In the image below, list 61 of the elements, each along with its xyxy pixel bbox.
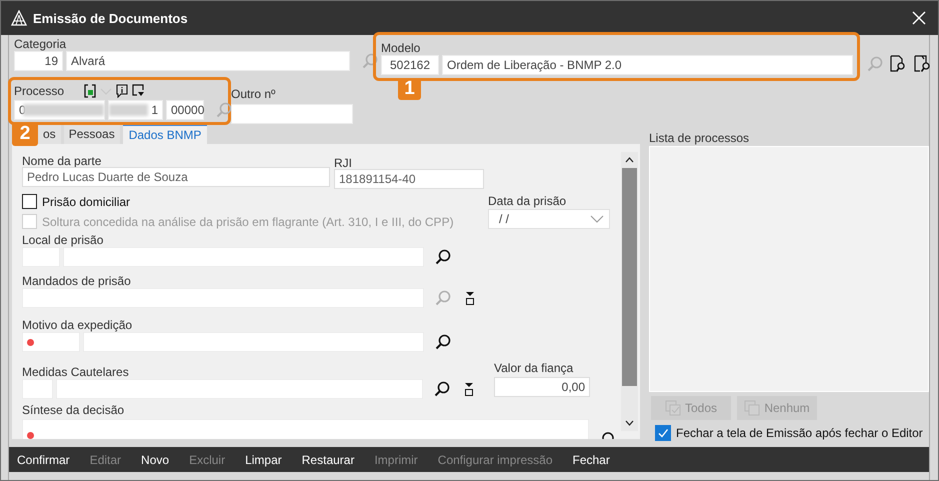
callout-badge: 1 xyxy=(398,78,421,100)
checkbox-label: Prisão domiciliar xyxy=(42,194,130,208)
triangle-box-icon[interactable] xyxy=(465,291,475,305)
search-icon[interactable] xyxy=(435,334,451,350)
chevron-down-icon xyxy=(590,215,604,223)
field-label: Outro nº xyxy=(231,87,276,101)
search-icon[interactable] xyxy=(434,381,450,397)
field-label: Local de prisão xyxy=(22,233,104,247)
action-button[interactable]: Restaurar xyxy=(302,452,354,466)
input-field[interactable] xyxy=(231,104,353,124)
input-field[interactable]: Pedro Lucas Duarte de Souza xyxy=(22,167,330,187)
action-button[interactable]: Confirmar xyxy=(17,452,70,466)
scroll-down-icon[interactable] xyxy=(625,420,634,426)
name-field[interactable]: Alvará xyxy=(66,51,350,71)
action-button[interactable]: Limpar xyxy=(245,452,282,466)
checkbox[interactable] xyxy=(22,194,37,209)
document-search-icon[interactable] xyxy=(913,55,931,73)
callout-badge: 2 xyxy=(12,122,38,146)
input-field[interactable]: 1 xyxy=(108,100,163,120)
info-note-icon[interactable] xyxy=(116,84,128,98)
search-icon[interactable] xyxy=(435,249,451,265)
checkbox-label: Fechar a tela de Emissão após fechar o Editor xyxy=(676,426,923,440)
pyramid-icon xyxy=(11,10,27,26)
field-label: Mandados de prisão xyxy=(22,274,132,288)
action-button[interactable]: Novo xyxy=(141,452,170,466)
date-dropdown[interactable]: / / xyxy=(488,209,610,229)
field-label: RJI xyxy=(334,156,353,170)
code-field[interactable] xyxy=(22,332,80,352)
input-field[interactable]: 00000 xyxy=(166,100,204,120)
tab[interactable]: os xyxy=(38,125,61,144)
field-label: Síntese da decisão xyxy=(22,403,126,417)
scrollbar[interactable] xyxy=(621,152,638,431)
window-title: Emissão de Documentos xyxy=(33,10,189,26)
check-icon xyxy=(657,427,669,439)
input-field[interactable]: 0 xyxy=(14,100,105,120)
scroll-up-icon[interactable] xyxy=(625,157,634,163)
code-field[interactable]: 19 xyxy=(14,51,63,71)
note-arrow-icon[interactable] xyxy=(132,84,144,98)
close-icon[interactable] xyxy=(912,11,926,25)
triangle-box-icon[interactable] xyxy=(464,382,474,396)
action-button[interactable]: Fechar xyxy=(572,452,610,466)
field-label: Modelo xyxy=(381,41,422,55)
field-label: Data da prisão xyxy=(488,194,568,208)
input-field[interactable]: 181891154-40 xyxy=(334,169,484,189)
code-field[interactable]: 502162 xyxy=(381,55,439,75)
field-label: Motivo da expedição xyxy=(22,318,134,332)
scroll-thumb[interactable] xyxy=(622,168,637,386)
tab[interactable]: Dados BNMP xyxy=(122,124,208,144)
field-label: Nome da parte xyxy=(22,154,102,168)
list-title: Lista de processos xyxy=(649,131,750,145)
name-field[interactable]: Ordem de Liberação - BNMP 2.0 xyxy=(442,55,853,75)
field-label: Processo xyxy=(14,84,64,98)
field-label: Valor da fiança xyxy=(494,361,574,375)
document-search-icon[interactable] xyxy=(889,55,907,73)
field-label: Medidas Cautelares xyxy=(22,365,130,379)
field-label: Categoria xyxy=(14,37,68,51)
input-field[interactable]: 0,00 xyxy=(494,377,590,397)
tab[interactable]: Pessoas xyxy=(64,125,120,144)
checkbox[interactable] xyxy=(655,425,671,441)
checkbox-label: Soltura concedida na análise da prisão em flagrante (Art. 310, I e III, do CPP) xyxy=(42,214,454,228)
bracket-square-icon[interactable] xyxy=(84,84,96,98)
